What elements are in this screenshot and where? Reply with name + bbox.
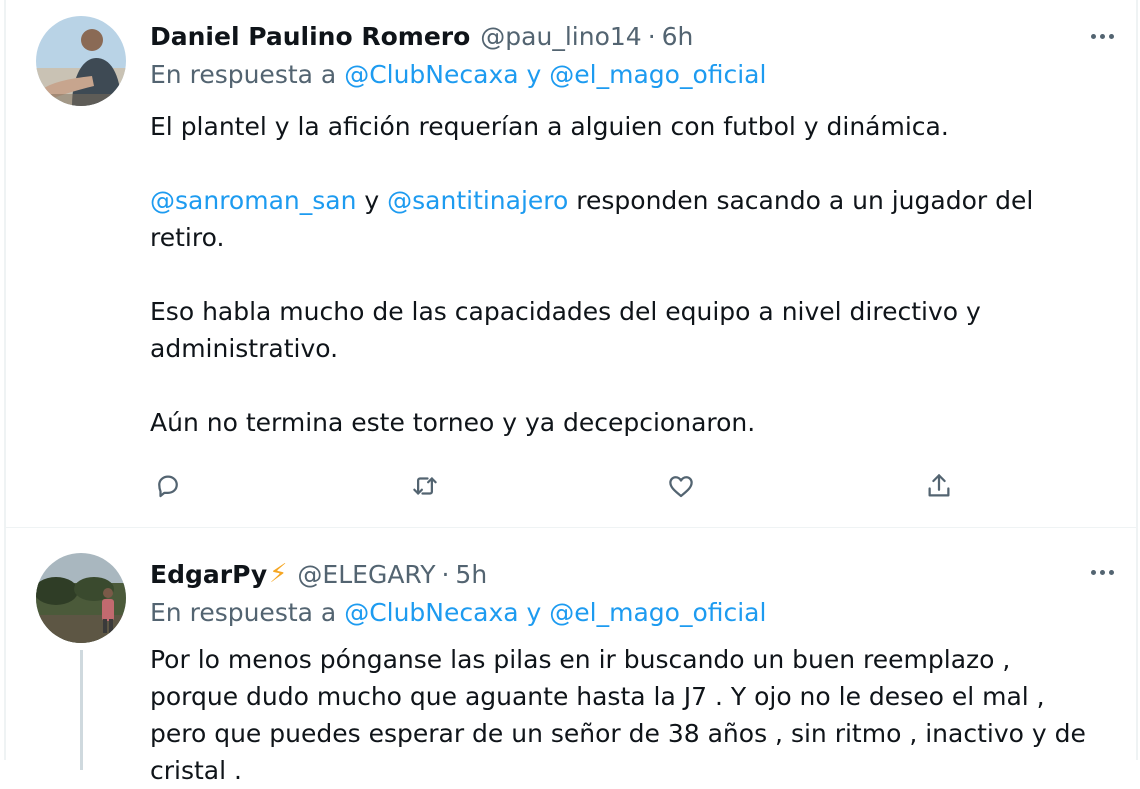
conjunction-text: y bbox=[356, 186, 388, 215]
author-handle[interactable]: @ELEGARY bbox=[297, 560, 435, 589]
retweet-icon bbox=[413, 477, 437, 495]
replying-to: En respuesta a @ClubNecaxa y @el_mago_of… bbox=[150, 598, 766, 627]
more-options-icon[interactable] bbox=[1091, 34, 1114, 39]
retweet-button[interactable] bbox=[407, 468, 443, 504]
mention-link[interactable]: @ClubNecaxa bbox=[344, 60, 518, 89]
tweet-feed: Daniel Paulino Romero @pau_lino14 · 6h E… bbox=[0, 0, 1140, 785]
separator-dot: · bbox=[647, 21, 656, 51]
tweet-header: EdgarPy ⚡ @ELEGARY · 5h bbox=[150, 554, 487, 594]
timestamp[interactable]: 6h bbox=[662, 22, 694, 51]
feed-border-right bbox=[1136, 0, 1138, 760]
more-options-icon[interactable] bbox=[1091, 570, 1114, 575]
separator-dot: · bbox=[441, 559, 450, 589]
like-icon bbox=[669, 476, 693, 498]
lightning-emoji: ⚡ bbox=[269, 559, 288, 589]
tweet-paragraph: Aún no termina este torneo y ya decepcio… bbox=[150, 408, 756, 437]
replying-prefix: En respuesta a bbox=[150, 60, 337, 89]
avatar[interactable] bbox=[36, 553, 126, 643]
tweet-paragraph: Eso habla mucho de las capacidades del e… bbox=[150, 297, 981, 363]
mention-link[interactable]: @el_mago_oficial bbox=[549, 60, 766, 89]
tweet-paragraph: Por lo menos pónganse las pilas en ir bu… bbox=[150, 645, 1086, 785]
tweet-paragraph: El plantel y la afición requerían a algu… bbox=[150, 112, 949, 141]
tweet-text: El plantel y la afición requerían a algu… bbox=[150, 108, 1100, 441]
like-button[interactable] bbox=[663, 468, 699, 504]
avatar-photo-icon bbox=[36, 16, 126, 106]
tweet[interactable]: Daniel Paulino Romero @pau_lino14 · 6h E… bbox=[6, 0, 1136, 527]
reply-icon bbox=[158, 475, 178, 498]
author-name[interactable]: Daniel Paulino Romero bbox=[150, 22, 470, 51]
tweet-header: Daniel Paulino Romero @pau_lino14 · 6h bbox=[150, 16, 693, 56]
author-name[interactable]: EdgarPy bbox=[150, 560, 267, 589]
replying-conjunction: y bbox=[526, 60, 542, 89]
timestamp[interactable]: 5h bbox=[455, 560, 487, 589]
replying-to: En respuesta a @ClubNecaxa y @el_mago_of… bbox=[150, 60, 766, 89]
mention-link[interactable]: @el_mago_oficial bbox=[549, 598, 766, 627]
mention-link[interactable]: @santitinajero bbox=[387, 186, 568, 215]
replying-prefix: En respuesta a bbox=[150, 598, 337, 627]
tweet-paragraph: @sanroman_san y @santitinajero responden… bbox=[150, 182, 1100, 256]
reply-button[interactable] bbox=[150, 468, 186, 504]
avatar[interactable] bbox=[36, 16, 126, 106]
tweet-text: Por lo menos pónganse las pilas en ir bu… bbox=[150, 641, 1100, 789]
thread-line bbox=[80, 650, 83, 770]
mention-link[interactable]: @ClubNecaxa bbox=[344, 598, 518, 627]
action-bar bbox=[150, 468, 970, 508]
tweet[interactable]: EdgarPy ⚡ @ELEGARY · 5h En respuesta a @… bbox=[6, 528, 1136, 785]
share-icon bbox=[928, 474, 950, 497]
author-handle[interactable]: @pau_lino14 bbox=[480, 22, 641, 51]
mention-link[interactable]: @sanroman_san bbox=[150, 186, 356, 215]
share-button[interactable] bbox=[921, 468, 957, 504]
avatar-photo-icon bbox=[36, 553, 126, 643]
replying-conjunction: y bbox=[526, 598, 542, 627]
